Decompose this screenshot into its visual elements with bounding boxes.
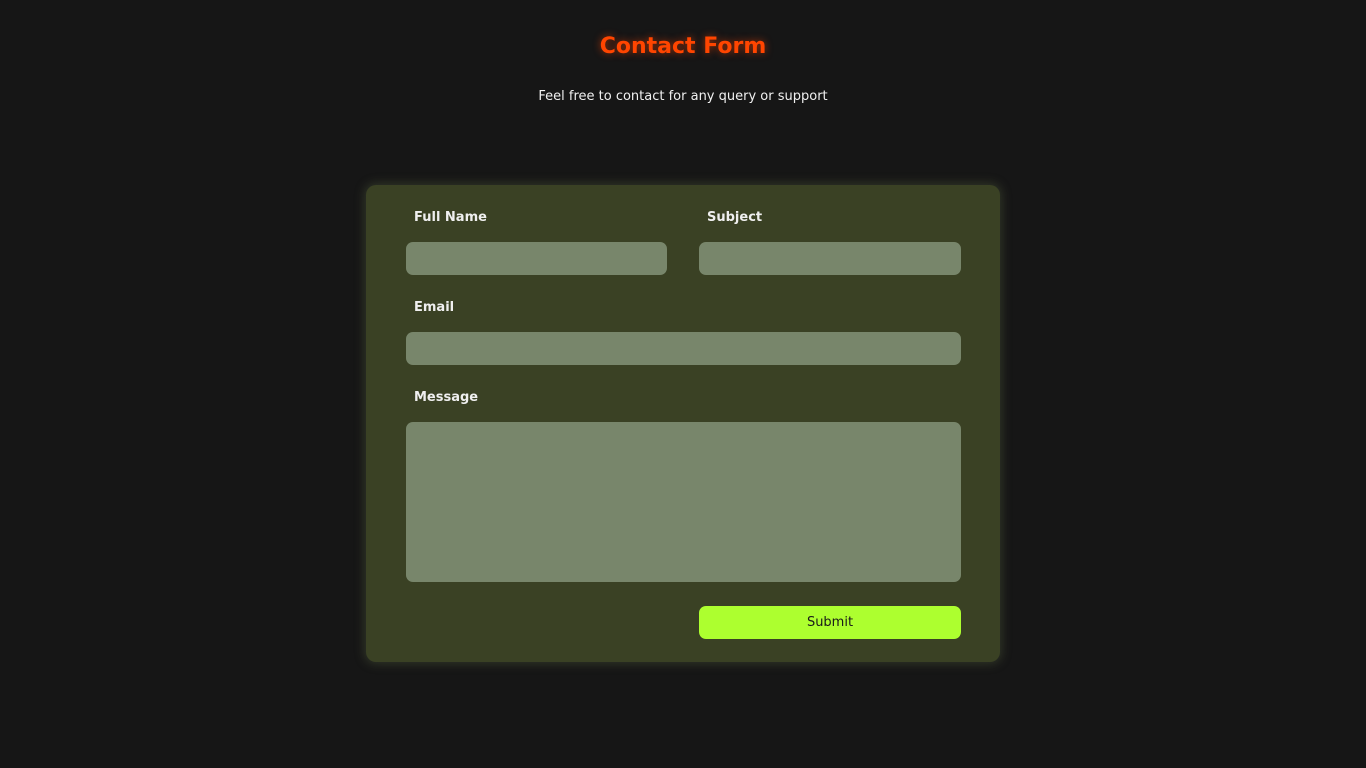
- email-label: Email: [414, 300, 455, 315]
- full-name-label: Full Name: [414, 210, 487, 225]
- subject-input[interactable]: [699, 242, 961, 275]
- message-textarea[interactable]: [406, 422, 961, 582]
- contact-form-card: Full Name Subject Email Message Submit: [366, 185, 1000, 662]
- subject-label: Subject: [707, 210, 763, 225]
- email-input[interactable]: [406, 332, 961, 365]
- page: Contact Form Feel free to contact for an…: [0, 0, 1366, 768]
- submit-button[interactable]: Submit: [699, 606, 961, 639]
- full-name-input[interactable]: [406, 242, 667, 275]
- page-subtitle: Feel free to contact for any query or su…: [538, 89, 828, 104]
- page-title: Contact Form: [599, 34, 767, 59]
- message-label: Message: [414, 390, 479, 405]
